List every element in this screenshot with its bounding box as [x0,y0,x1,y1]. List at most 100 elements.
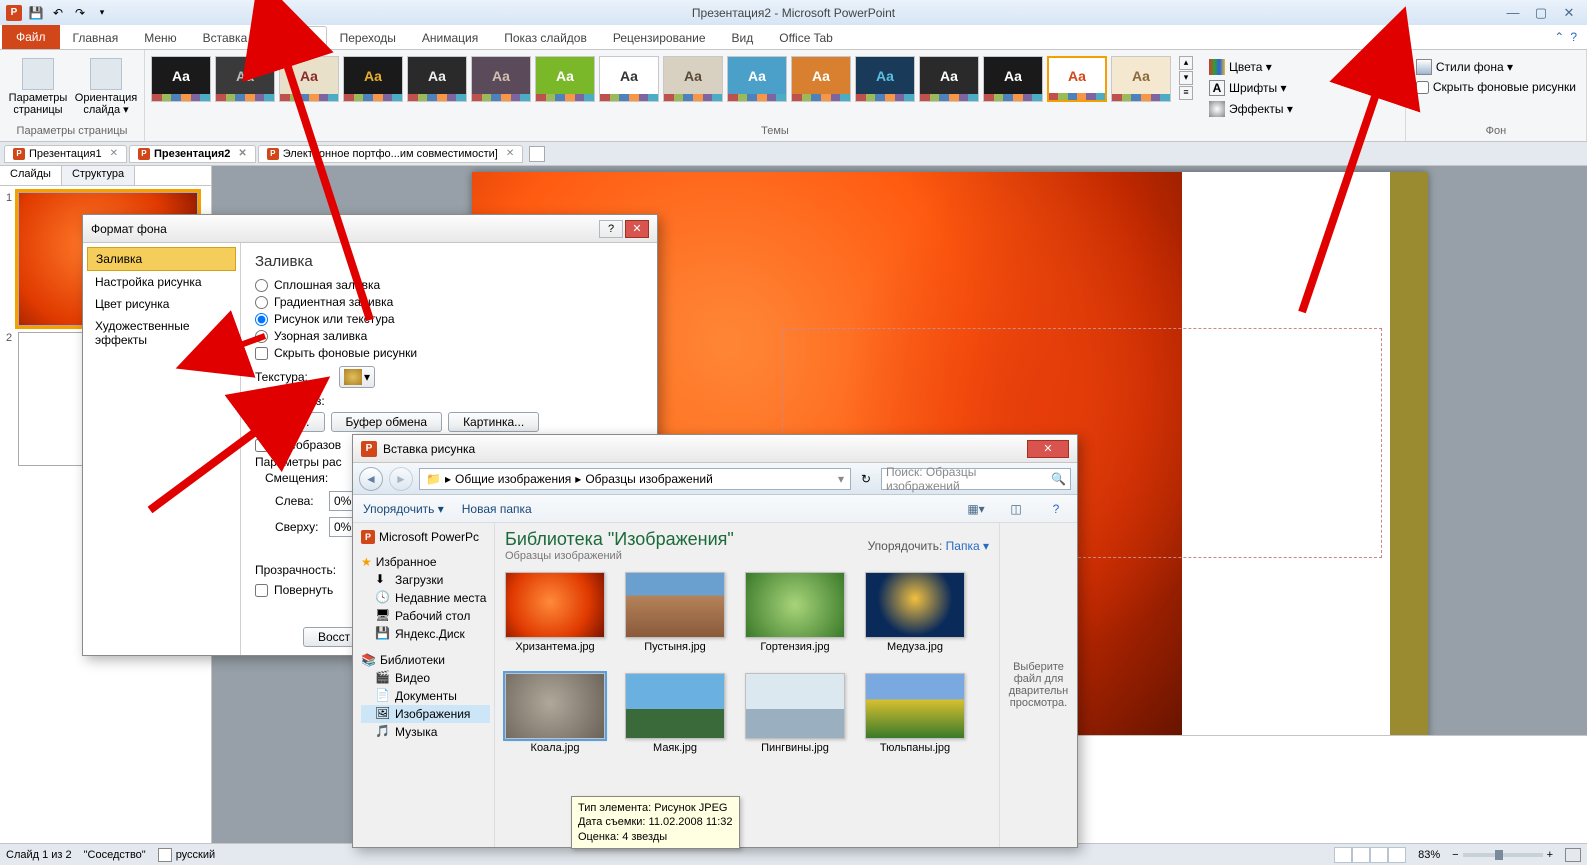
view-mode-button[interactable]: ▦▾ [965,499,987,519]
theme-thumbnail[interactable]: Aa [791,56,851,102]
nav-picture-color[interactable]: Цвет рисунка [87,293,236,315]
theme-thumbnail[interactable]: Aa [1111,56,1171,102]
folder-tree[interactable]: PMicrosoft PowerPс ★Избранное ⬇Загрузки🕓… [353,523,495,847]
status-language[interactable]: русский [158,848,215,862]
theme-thumbnail[interactable]: Aa [855,56,915,102]
maximize-button[interactable]: ▢ [1529,5,1553,21]
insert-dialog-close-button[interactable]: ✕ [1027,440,1069,458]
file-item[interactable]: Хризантема.jpg [505,572,605,653]
file-item[interactable]: Пустыня.jpg [625,572,725,653]
refresh-button[interactable]: ↻ [857,472,875,486]
doc-tab[interactable]: PПрезентация2✕ [129,145,256,163]
close-tab-icon[interactable]: ✕ [238,148,246,159]
texture-dropdown[interactable]: ▾ [339,366,375,388]
tree-item[interactable]: 📄Документы [361,687,490,705]
close-button[interactable]: ✕ [1557,5,1581,21]
page-parameters-button[interactable]: Параметры страницы [6,56,70,118]
theme-thumbnail[interactable]: Aa [343,56,403,102]
check-hide-bg[interactable]: Скрыть фоновые рисунки [255,346,643,360]
minimize-button[interactable]: — [1501,5,1525,21]
menu-tab-Вид[interactable]: Вид [719,25,767,49]
doc-tab[interactable]: PЭлектронное портфо...им совместимости]✕ [258,145,523,163]
theme-colors-button[interactable]: Цвета ▾ [1205,58,1297,76]
insert-from-clipart-button[interactable]: Картинка... [448,412,539,432]
tree-favorites[interactable]: ★Избранное [361,555,490,569]
file-item[interactable]: Тюльпаны.jpg [865,673,965,754]
tree-powerpoint[interactable]: PMicrosoft PowerPс [361,529,490,545]
radio-picture-texture[interactable]: Рисунок или текстура [255,312,643,326]
redo-button[interactable]: ↷ [70,3,90,23]
tree-item[interactable]: 🕓Недавние места [361,589,490,607]
themes-scroll-up[interactable]: ▴ [1179,56,1193,70]
ribbon-minimize-icon[interactable]: ⌃ [1554,30,1564,44]
radio-gradient[interactable]: Градиентная заливка [255,295,643,309]
slides-tab[interactable]: Слайды [0,166,62,185]
menu-tab-Меню[interactable]: Меню [131,25,189,49]
slide-orientation-button[interactable]: Ориентация слайда ▾ [74,56,138,118]
menu-tab-Дизайн[interactable]: Дизайн [260,26,326,50]
themes-scroll-down[interactable]: ▾ [1179,71,1193,85]
file-item[interactable]: Гортензия.jpg [745,572,845,653]
insert-from-file-button[interactable]: Файл... [255,412,325,432]
radio-solid[interactable]: Сплошная заливка [255,278,643,292]
help-button[interactable]: ? [1045,499,1067,519]
theme-thumbnail[interactable]: Aa [471,56,531,102]
tree-libraries[interactable]: 📚Библиотеки [361,653,490,667]
dialog-help-button[interactable]: ? [599,220,623,238]
undo-button[interactable]: ↶ [48,3,68,23]
nav-forward-button[interactable]: ► [389,467,413,491]
tree-item[interactable]: 🎵Музыка [361,723,490,741]
nav-back-button[interactable]: ◄ [359,467,383,491]
file-item[interactable]: Пингвины.jpg [745,673,845,754]
menu-tab-Главная[interactable]: Главная [60,25,132,49]
radio-pattern[interactable]: Узорная заливка [255,329,643,343]
file-tab[interactable]: Файл [2,25,60,49]
tree-item[interactable]: 🖼Изображения [361,705,490,723]
background-styles-button[interactable]: Стили фона ▾ [1412,58,1580,76]
dialog-titlebar[interactable]: Формат фона ? ✕ [83,215,657,243]
nav-picture-corrections[interactable]: Настройка рисунка [87,271,236,293]
breadcrumb[interactable]: 📁 ▸Общие изображения ▸Образцы изображени… [419,468,851,490]
search-input[interactable]: Поиск: Образцы изображений 🔍 [881,468,1071,490]
zoom-slider[interactable]: −+ [1452,849,1553,861]
dialog-close-button[interactable]: ✕ [625,220,649,238]
new-folder-button[interactable]: Новая папка [462,502,532,516]
theme-thumbnail[interactable]: Aa [663,56,723,102]
view-buttons[interactable] [1334,847,1406,863]
theme-thumbnail[interactable]: Aa [727,56,787,102]
doc-tab[interactable]: PПрезентация1✕ [4,145,127,163]
tree-item[interactable]: 🖥Рабочий стол [361,607,490,625]
menu-tab-Анимация[interactable]: Анимация [409,25,491,49]
structure-tab[interactable]: Структура [62,166,135,185]
menu-tab-Office Tab[interactable]: Office Tab [766,25,846,49]
menu-tab-Рецензирование[interactable]: Рецензирование [600,25,719,49]
insert-dialog-titlebar[interactable]: P Вставка рисунка ✕ [353,435,1077,463]
arrange-by[interactable]: Упорядочить: Папка ▾ [868,539,989,553]
qat-customize[interactable]: ▾ [92,3,112,23]
nav-artistic-effects[interactable]: Художественные эффекты [87,315,236,351]
theme-thumbnail[interactable]: Aa [215,56,275,102]
help-icon[interactable]: ? [1570,30,1577,44]
new-doc-tab[interactable] [529,146,545,162]
close-tab-icon[interactable]: ✕ [506,148,514,159]
theme-thumbnail[interactable]: Aa [151,56,211,102]
fit-to-window-icon[interactable] [1565,848,1581,862]
file-item[interactable]: Коала.jpg [505,673,605,754]
menu-tab-Вставка[interactable]: Вставка [190,25,261,49]
tree-item[interactable]: 💾Яндекс.Диск [361,625,490,643]
file-item[interactable]: Медуза.jpg [865,572,965,653]
tree-item[interactable]: 🎬Видео [361,669,490,687]
insert-from-clipboard-button[interactable]: Буфер обмена [331,412,443,432]
theme-thumbnail[interactable]: Aa [919,56,979,102]
menu-tab-Переходы[interactable]: Переходы [327,25,409,49]
nav-fill[interactable]: Заливка [87,247,236,271]
theme-thumbnail[interactable]: Aa [983,56,1043,102]
theme-thumbnail[interactable]: Aa [1047,56,1107,102]
theme-thumbnail[interactable]: Aa [599,56,659,102]
theme-thumbnail[interactable]: Aa [407,56,467,102]
hide-background-checkbox[interactable]: Скрыть фоновые рисунки [1412,79,1580,95]
menu-tab-Показ слайдов[interactable]: Показ слайдов [491,25,600,49]
preview-pane-button[interactable]: ◫ [1005,499,1027,519]
themes-more[interactable]: ≡ [1179,86,1193,100]
organize-button[interactable]: Упорядочить ▾ [363,502,444,516]
